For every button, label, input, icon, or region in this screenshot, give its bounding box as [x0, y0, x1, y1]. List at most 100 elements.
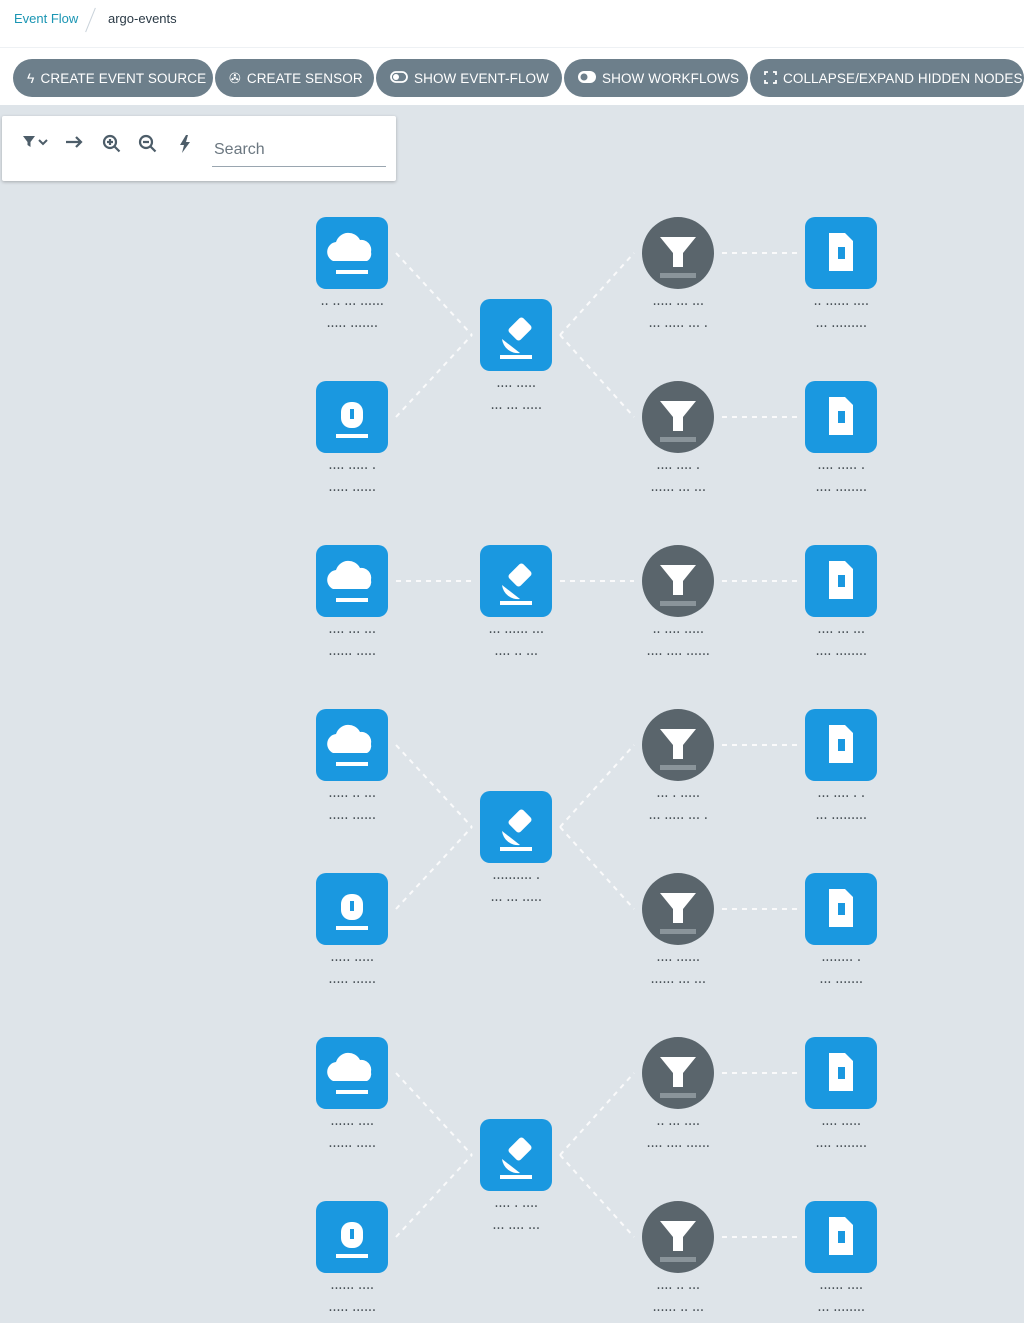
node-badge [500, 601, 532, 605]
trigger-node[interactable]: ·· ······ ···· ··· ········· [805, 217, 877, 335]
webhook-icon-mark [350, 901, 354, 911]
event-source-node-label: ····· ······· [326, 319, 377, 335]
sensor-node-label: ··· ···· ··· [492, 1221, 539, 1237]
edge-sensor-filter [559, 1072, 635, 1156]
node-badge [660, 765, 696, 770]
filter-node[interactable]: ···· ···· · ······ ··· ··· [642, 381, 714, 499]
trigger-node-label: ··· ···· · · [817, 789, 864, 805]
edge-source-sensor [395, 252, 473, 336]
edge-source-sensor [395, 1072, 473, 1156]
satellite-icon: ✇ [229, 70, 241, 86]
breadcrumb-event-flow-link[interactable]: Event Flow [14, 11, 78, 26]
expand-icon [764, 70, 777, 86]
action-toolbar: ϟ CREATE EVENT SOURCE ✇ CREATE SENSOR SH… [0, 49, 1024, 105]
node-badge [336, 762, 368, 766]
trigger-node[interactable]: ···· ····· · ···· ········ [805, 381, 877, 499]
event-flow-graph[interactable]: ·· ·· ··· ······ ····· ······· ···· ····· … [0, 105, 1024, 1323]
filter-node-label: ···· ·· ··· [656, 1281, 699, 1297]
filter-node-label: ··· ····· ··· · [648, 319, 707, 335]
show-workflows-toggle[interactable]: SHOW WORKFLOWS [564, 59, 748, 97]
event-source-node-label: ····· ·· ··· [328, 789, 375, 805]
trigger-icon-mark [838, 1067, 845, 1079]
trigger-node-label: ···· ········ [815, 647, 866, 663]
edge-source-sensor [395, 744, 473, 828]
trigger-icon-mark [838, 903, 845, 915]
event-source-node-label: ····· ······ [328, 811, 375, 827]
trigger-node-label: ···· ········ [815, 1139, 866, 1155]
lightning-icon: ϟ [27, 70, 35, 86]
sensor-node[interactable]: ···· · ···· ··· ···· ··· [480, 1119, 552, 1237]
sensor-node[interactable]: ···· ····· ··· ··· ····· [480, 299, 552, 417]
filter-node[interactable]: ···· ·· ··· ······ ·· ··· [642, 1201, 714, 1319]
lightning-icon[interactable] [178, 134, 192, 157]
trigger-node-label: ···· ····· · [817, 461, 864, 477]
event-source-node[interactable]: ······ ···· ····· ······ [316, 1201, 388, 1319]
event-source-node[interactable]: ····· ·· ··· ····· ······ [316, 709, 388, 827]
event-source-node-label: ······ ····· [328, 1139, 375, 1155]
trigger-node[interactable]: ········ · ··· ······· [805, 873, 877, 991]
trigger-node[interactable]: ······ ···· ··· ········ [805, 1201, 877, 1319]
event-source-node[interactable]: ···· ··· ··· ······ ····· [316, 545, 388, 663]
zoom-out-icon[interactable] [138, 134, 158, 157]
filter-node[interactable]: ····· ··· ··· ··· ····· ··· · [642, 217, 714, 335]
node-badge [336, 1090, 368, 1094]
show-workflows-label: SHOW WORKFLOWS [602, 70, 740, 86]
zoom-in-icon[interactable] [102, 134, 122, 157]
node-badge [336, 598, 368, 602]
webhook-icon-mark [350, 409, 354, 419]
event-source-node[interactable]: ····· ····· ····· ······ [316, 873, 388, 991]
edge-sensor-filter [559, 744, 635, 828]
filter-node-label: ···· ···· ······ [646, 647, 709, 663]
trigger-node-label: ········ · [821, 953, 861, 969]
filter-node[interactable]: ·· ··· ···· ···· ···· ······ [642, 1037, 714, 1155]
node-badge [336, 434, 368, 438]
filter-node[interactable]: ··· · ····· ··· ····· ··· · [642, 709, 714, 827]
event-source-node-label: ······ ···· [330, 1117, 373, 1133]
sensor-node[interactable]: ·········· · ··· ··· ····· [480, 791, 552, 909]
event-source-node-label: ······ ····· [328, 647, 375, 663]
toggle-off-icon [390, 71, 408, 85]
node-badge [336, 926, 368, 930]
node-badge [660, 601, 696, 606]
event-source-node-label: ·· ·· ··· ······ [320, 297, 383, 313]
edge-sensor-filter [559, 252, 635, 336]
event-source-node[interactable]: ·· ·· ··· ······ ····· ······· [316, 217, 388, 335]
filter-node[interactable]: ·· ···· ····· ···· ···· ······ [642, 545, 714, 663]
trigger-node-label: ··· ········· [815, 811, 866, 827]
show-event-flow-toggle[interactable]: SHOW EVENT-FLOW [376, 59, 562, 97]
node-badge [660, 1093, 696, 1098]
event-source-node-label: ····· ····· [330, 953, 373, 969]
create-sensor-button[interactable]: ✇ CREATE SENSOR [215, 59, 374, 97]
graph-search-input[interactable] [212, 134, 386, 167]
trigger-node-label: ·· ······ ···· [813, 297, 868, 313]
filter-node-label: ···· ···· ······ [646, 1139, 709, 1155]
trigger-node-label: ··· ······· [819, 975, 862, 991]
trigger-icon-mark [838, 575, 845, 587]
event-source-node-label: ····· ······ [328, 975, 375, 991]
collapse-expand-button[interactable]: COLLAPSE/EXPAND HIDDEN NODES [750, 59, 1024, 97]
trigger-icon-mark [838, 247, 845, 259]
direction-arrow-icon[interactable] [65, 134, 85, 153]
filter-node-label: ·· ···· ····· [652, 625, 703, 641]
event-source-node[interactable]: ···· ····· · ····· ······ [316, 381, 388, 499]
sensor-node-label: ··· ··· ····· [490, 401, 541, 417]
toggle-on-icon [578, 71, 596, 85]
filter-node-label: ······ ·· ··· [652, 1303, 703, 1319]
event-source-node-label: ······ ···· [330, 1281, 373, 1297]
filter-icon[interactable] [22, 134, 50, 153]
edge-sensor-filter [559, 1154, 635, 1238]
filter-node-label: ······ ··· ··· [650, 483, 705, 499]
sensor-node-label: ·········· · [492, 871, 539, 887]
filter-node[interactable]: ···· ······ ······ ··· ··· [642, 873, 714, 991]
sensor-node-label: ···· ·· ··· [494, 647, 537, 663]
trigger-node[interactable]: ···· ····· ···· ········ [805, 1037, 877, 1155]
create-event-source-button[interactable]: ϟ CREATE EVENT SOURCE [13, 59, 213, 97]
graph-canvas[interactable]: ·· ·· ··· ······ ····· ······· ···· ····· … [0, 105, 1024, 1323]
trigger-icon-mark [838, 739, 845, 751]
trigger-node[interactable]: ···· ··· ··· ···· ········ [805, 545, 877, 663]
trigger-node[interactable]: ··· ···· · · ··· ········· [805, 709, 877, 827]
filter-node-label: ·· ··· ···· [656, 1117, 699, 1133]
trigger-icon-mark [838, 411, 845, 423]
sensor-node[interactable]: ··· ······ ··· ···· ·· ··· [480, 545, 552, 663]
event-source-node[interactable]: ······ ···· ······ ····· [316, 1037, 388, 1155]
